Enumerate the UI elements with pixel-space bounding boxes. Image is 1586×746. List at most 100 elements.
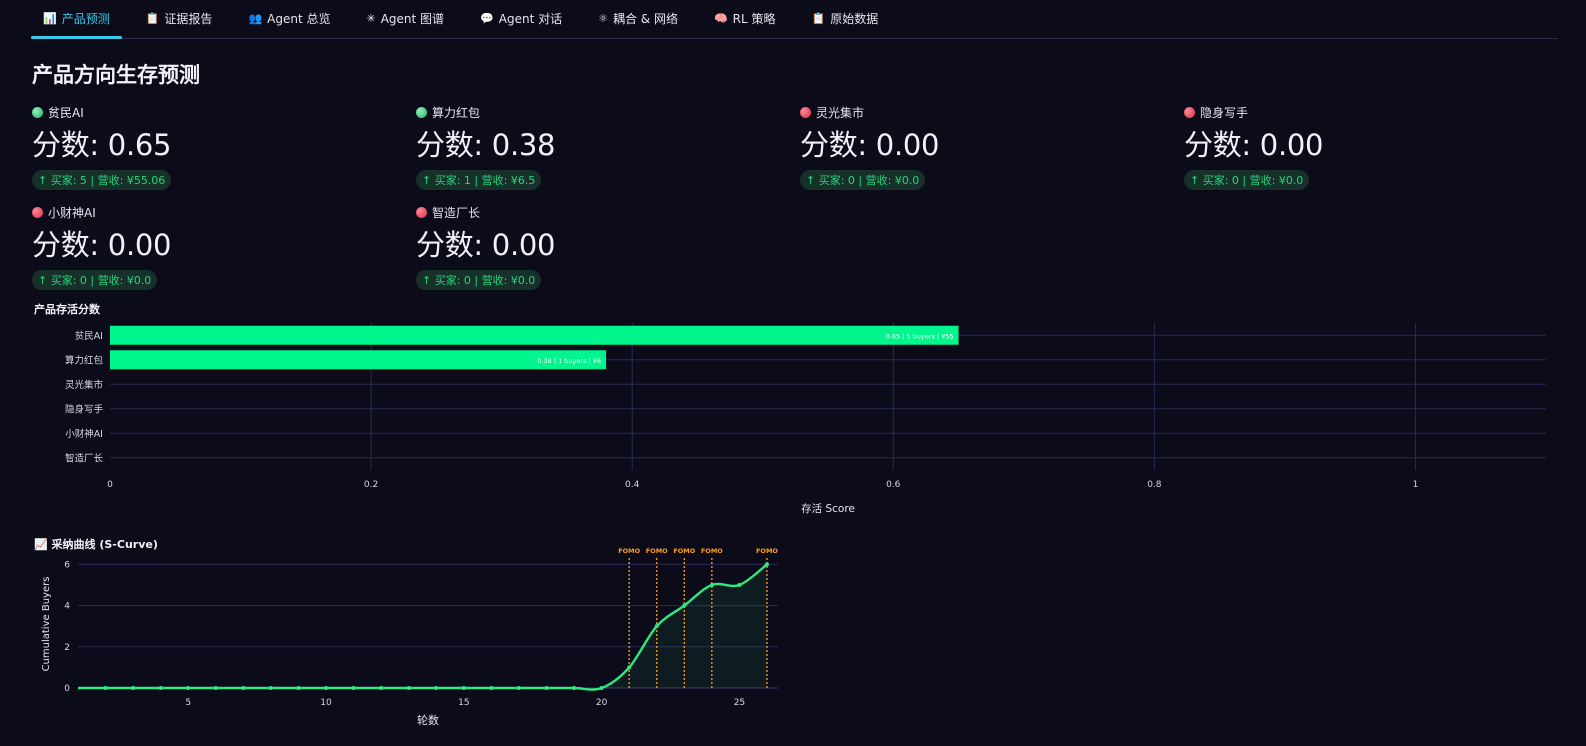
metric-card: 隐身写手 分数: 0.00 ↑ 买家: 0 | 营收: ¥0.0 [1184, 103, 1544, 190]
category-label: 算力红包 [65, 354, 104, 366]
tab-label: Agent 图谱 [380, 12, 445, 26]
metric-delta: ↑ 买家: 0 | 营收: ¥0.0 [416, 270, 542, 290]
x-tick-label: 25 [734, 698, 745, 708]
tab-label: 产品预测 [61, 12, 110, 26]
metric-card: 灵光集市 分数: 0.00 ↑ 买家: 0 | 营收: ¥0.0 [800, 103, 1160, 190]
x-tick-label: 0.6 [886, 480, 901, 490]
fomo-annotation: FOMO [646, 547, 668, 555]
data-point [379, 686, 384, 690]
metric-value: 分数: 0.00 [416, 228, 556, 262]
metric-label: 贫民AI [32, 103, 392, 121]
metric-label-text: 贫民AI [48, 105, 84, 120]
metric-value: 分数: 0.00 [1184, 128, 1324, 162]
data-point [764, 562, 769, 567]
x-tick-label: 15 [458, 698, 469, 708]
tab-label: Agent 对话 [498, 12, 563, 26]
data-point [572, 686, 577, 690]
green-status-icon [416, 106, 427, 118]
metric-card: 算力红包 分数: 0.38 ↑ 买家: 1 | 营收: ¥6.5 [416, 103, 776, 190]
data-point [103, 686, 108, 690]
agents-icon: 👥 [248, 12, 263, 25]
tab-5[interactable]: 💬 Agent 对话 [468, 0, 574, 38]
y-tick-label: 4 [64, 602, 70, 612]
data-point [544, 686, 549, 690]
metric-label: 隐身写手 [1184, 103, 1544, 121]
metric-delta: ↑ 买家: 0 | 营收: ¥0.0 [32, 270, 158, 290]
red-status-icon [1184, 106, 1195, 118]
metric-label-text: 小财神AI [48, 205, 96, 220]
bar [110, 350, 607, 370]
data-point [241, 686, 246, 690]
y-tick-label: 6 [64, 560, 70, 570]
bar-chart-icon: 📊 [43, 12, 57, 25]
x-axis-label: 轮数 [417, 713, 439, 727]
adoption-s-curve-chart: 0 2 4 6 5 10 15 20 25 FOMO FOMO FOMO FOMO FOMO 轮数 Cumul… [41, 547, 778, 727]
bar [110, 325, 959, 345]
data-point [296, 686, 301, 690]
graph-icon: ✳ [366, 12, 376, 25]
data-point [516, 686, 521, 690]
data-point [709, 582, 714, 587]
data-point [489, 686, 494, 690]
data-point [158, 686, 163, 690]
tab-1[interactable]: 📊 产品预测 [31, 0, 122, 39]
metric-card: 小财神AI 分数: 0.00 ↑ 买家: 0 | 营收: ¥0.0 [32, 203, 392, 290]
data-point [131, 686, 136, 690]
metric-value: 分数: 0.00 [800, 128, 940, 162]
metric-label: 算力红包 [416, 103, 776, 121]
red-status-icon [32, 206, 43, 218]
tab-label: 耦合 & 网络 [612, 12, 678, 26]
x-tick-label: 10 [320, 698, 332, 708]
x-tick-label: 0.4 [625, 480, 640, 490]
category-label: 智造厂长 [65, 452, 104, 464]
fomo-annotation: FOMO [701, 547, 723, 555]
x-tick-label: 0 [107, 480, 113, 490]
x-tick-label: 20 [596, 698, 608, 708]
tab-8[interactable]: 📋 原始数据 [800, 0, 891, 38]
metric-label-text: 算力红包 [432, 105, 481, 120]
data-point [351, 686, 356, 690]
tab-2[interactable]: 📋 证据报告 [134, 0, 225, 38]
data-point [654, 624, 659, 629]
metric-card: 智造厂长分数: 0.00 ↑ 买家: 0 | 营收: ¥0.0 [416, 203, 776, 290]
chat-icon: 💬 [480, 12, 494, 25]
metric-label: 小财神AI [32, 203, 392, 221]
metric-label: 智造厂长 [416, 203, 776, 221]
brain-icon: 🧠 [713, 12, 728, 25]
fomo-annotation: FOMO [756, 547, 778, 555]
metric-delta: ↑ 买家: 1 | 营收: ¥6.5 [416, 170, 542, 190]
metric-label-text: 灵光集市 [816, 105, 865, 120]
data-point [213, 686, 218, 690]
bar-data-label: 0.65 | 5 buyers | ¥55 [886, 332, 954, 340]
network-icon: ⚛ [598, 12, 608, 25]
tab-label: 证据报告 [164, 12, 213, 26]
bar-data-label: 0.38 | 1 buyers | ¥6 [537, 357, 601, 365]
data-point [627, 665, 632, 670]
clipboard-icon: 📋 [811, 12, 826, 25]
tab-6[interactable]: ⚛ 耦合 & 网络 [586, 0, 690, 38]
metric-value: 分数: 0.65 [32, 128, 172, 162]
data-point [406, 686, 411, 690]
x-axis-label: 存活 Score [801, 502, 855, 515]
y-tick-label: 2 [64, 643, 70, 653]
data-point [324, 686, 329, 690]
tab-label: RL 策略 [732, 12, 776, 26]
metric-label-text: 智造厂长 [432, 205, 481, 220]
page-title: 产品方向生存预测 [32, 63, 200, 87]
red-status-icon [800, 106, 811, 118]
data-point [599, 686, 604, 690]
tab-label: Agent 总览 [267, 12, 331, 26]
survival-score-bar-chart: 0 0.2 0.4 0.6 0.8 1 贫民AI 0.65 | 5 buyers | ¥55 算… [65, 323, 1546, 515]
fomo-annotation: FOMO [673, 547, 695, 555]
y-tick-label: 0 [64, 684, 70, 694]
data-point [461, 686, 466, 690]
tab-7[interactable]: 🧠 RL 策略 [702, 0, 788, 38]
clipboard-icon: 📋 [145, 12, 160, 25]
tab-label: 原始数据 [830, 12, 879, 26]
tab-4[interactable]: ✳ Agent 图谱 [354, 0, 456, 38]
area-fill [78, 564, 767, 690]
category-label: 隐身写手 [65, 403, 104, 415]
tab-3[interactable]: 👥 Agent 总览 [236, 0, 342, 38]
tab-bar: 📊 产品预测 📋 证据报告 👥 Agent 总览 ✳ Agent 图谱 💬 Agent 对话 ⚛ 耦合… [31, 0, 1558, 39]
data-point [186, 686, 191, 690]
